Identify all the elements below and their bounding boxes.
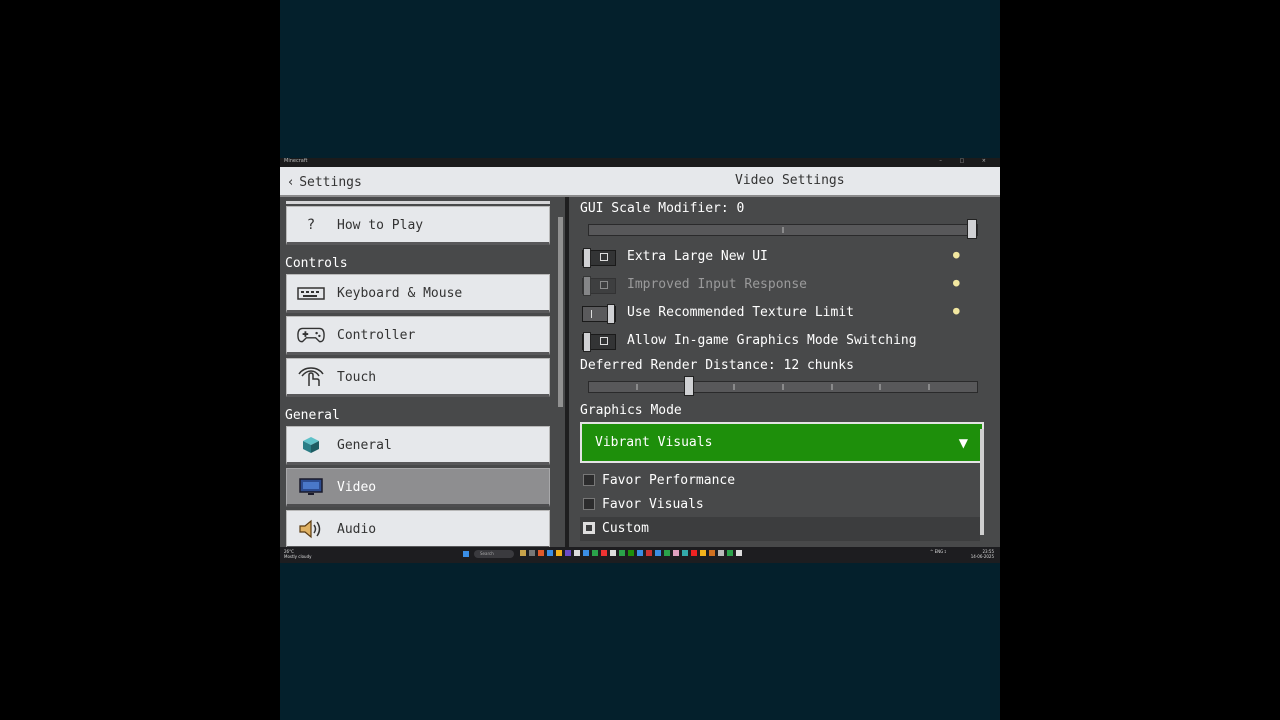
taskbar-apps xyxy=(520,550,742,558)
app-icon[interactable] xyxy=(592,550,598,556)
slider-handle[interactable] xyxy=(967,219,977,239)
app-icon[interactable] xyxy=(691,550,697,556)
graphics-mode-label: Graphics Mode xyxy=(580,403,682,418)
app-icon[interactable] xyxy=(529,550,535,556)
gui-scale-label: GUI Scale Modifier: 0 xyxy=(580,201,745,216)
app-icon[interactable] xyxy=(718,550,724,556)
app-icon[interactable] xyxy=(655,550,661,556)
taskbar-search[interactable]: Search xyxy=(474,550,514,558)
option-favor-visuals[interactable]: Favor Visuals xyxy=(580,493,984,517)
taskbar-clock[interactable]: 23:55 14-06-2025 xyxy=(971,549,994,559)
speaker-icon xyxy=(297,519,325,539)
app-icon[interactable] xyxy=(637,550,643,556)
app-icon[interactable] xyxy=(727,550,733,556)
sidebar-item-how-to-play[interactable]: ? How to Play xyxy=(286,206,550,245)
dropdown-value: Vibrant Visuals xyxy=(595,435,713,450)
section-label-general: General xyxy=(285,408,340,423)
sidebar-item-label: Controller xyxy=(337,328,416,343)
app-icon[interactable] xyxy=(538,550,544,556)
question-icon: ? xyxy=(306,217,316,233)
app-icon[interactable] xyxy=(673,550,679,556)
back-label: Settings xyxy=(299,175,362,190)
weather-widget[interactable]: 26°C Mostly cloudy xyxy=(284,549,312,559)
render-distance-slider[interactable] xyxy=(588,376,978,396)
app-icon[interactable] xyxy=(583,550,589,556)
option-favor-performance[interactable]: Favor Performance xyxy=(580,469,984,493)
app-icon[interactable] xyxy=(574,550,580,556)
extra-large-ui-label: Extra Large New UI xyxy=(627,249,768,264)
app-icon[interactable] xyxy=(556,550,562,556)
sidebar-item-audio[interactable]: Audio xyxy=(286,510,550,547)
window-controls[interactable]: – □ × xyxy=(939,158,994,164)
app-icon[interactable] xyxy=(610,550,616,556)
grass-block-icon xyxy=(297,435,325,455)
render-distance-label: Deferred Render Distance: 12 chunks xyxy=(580,358,854,373)
info-bulb-icon[interactable]: ● xyxy=(953,248,963,261)
improved-input-toggle xyxy=(582,276,616,296)
system-tray[interactable]: ^ ENG ⟟ xyxy=(930,549,946,554)
app-icon[interactable] xyxy=(682,550,688,556)
checkbox[interactable] xyxy=(583,474,595,486)
improved-input-label: Improved Input Response xyxy=(627,277,808,292)
settings-header: ‹ Settings Video Settings xyxy=(280,167,1000,197)
sidebar-item-label: Keyboard & Mouse xyxy=(337,286,463,301)
graphics-mode-dropdown[interactable]: Vibrant Visuals ▼ xyxy=(580,422,984,463)
checkbox[interactable] xyxy=(583,498,595,510)
sidebar-item-keyboard-mouse[interactable]: Keyboard & Mouse xyxy=(286,274,550,313)
app-icon[interactable] xyxy=(664,550,670,556)
app-icon[interactable] xyxy=(646,550,652,556)
windows-start-icon[interactable] xyxy=(463,551,469,557)
minecraft-app: Minecraft – □ × ‹ Settings Video Settings… xyxy=(280,0,1000,720)
texture-limit-label: Use Recommended Texture Limit xyxy=(627,305,854,320)
checkbox[interactable] xyxy=(583,522,595,534)
chevron-left-icon: ‹ xyxy=(288,175,294,190)
graphics-mode-switching-toggle[interactable] xyxy=(582,332,616,352)
sidebar-item-general[interactable]: General xyxy=(286,426,550,465)
app-icon[interactable] xyxy=(700,550,706,556)
slider-tick xyxy=(782,227,784,233)
sidebar-item-label: General xyxy=(337,438,392,453)
app-icon[interactable] xyxy=(709,550,715,556)
gamepad-icon xyxy=(297,325,325,345)
gui-scale-slider[interactable] xyxy=(588,219,978,239)
app-icon[interactable] xyxy=(565,550,571,556)
extra-large-ui-toggle[interactable] xyxy=(582,248,616,268)
app-icon[interactable] xyxy=(736,550,742,556)
app-icon[interactable] xyxy=(601,550,607,556)
sidebar-item-touch[interactable]: Touch xyxy=(286,358,550,397)
info-bulb-icon[interactable]: ● xyxy=(953,276,963,289)
app-icon[interactable] xyxy=(520,550,526,556)
slider-handle[interactable] xyxy=(684,376,694,396)
sidebar-item-label: Video xyxy=(337,480,377,495)
graphics-mode-switching-label: Allow In-game Graphics Mode Switching xyxy=(627,333,917,348)
touch-hand-icon xyxy=(297,367,325,387)
settings-sidebar: ? How to Play Controls Keyboard & Mouse … xyxy=(280,197,565,547)
os-taskbar: 26°C Mostly cloudy Search ^ ENG ⟟ 23:55 … xyxy=(280,547,1000,563)
sidebar-scrollbar[interactable] xyxy=(558,217,563,407)
window-titlebar: Minecraft – □ × xyxy=(280,158,1000,167)
content-scrollbar[interactable] xyxy=(980,429,984,535)
chevron-down-icon: ▼ xyxy=(958,436,968,450)
game-window: Minecraft – □ × ‹ Settings Video Settings… xyxy=(280,158,1000,563)
section-label-controls: Controls xyxy=(285,256,348,271)
back-button[interactable]: ‹ Settings xyxy=(288,172,362,190)
keyboard-icon xyxy=(297,283,325,303)
info-bulb-icon[interactable]: ● xyxy=(953,304,963,317)
texture-limit-toggle[interactable] xyxy=(582,304,616,324)
scrolled-item-edge xyxy=(286,201,550,204)
sidebar-item-label: Touch xyxy=(337,370,377,385)
option-custom[interactable]: Custom xyxy=(580,517,980,541)
monitor-icon xyxy=(297,477,325,497)
page-title: Video Settings xyxy=(735,173,845,188)
sidebar-item-label: Audio xyxy=(337,522,377,537)
app-icon[interactable] xyxy=(619,550,625,556)
sidebar-item-label: How to Play xyxy=(337,218,424,233)
app-icon[interactable] xyxy=(547,550,553,556)
window-title: Minecraft xyxy=(284,158,308,164)
app-icon[interactable] xyxy=(628,550,634,556)
sidebar-item-video[interactable]: Video xyxy=(286,468,550,507)
video-settings-panel: GUI Scale Modifier: 0 Extra Large New UI… xyxy=(569,197,1000,547)
sidebar-item-controller[interactable]: Controller xyxy=(286,316,550,355)
